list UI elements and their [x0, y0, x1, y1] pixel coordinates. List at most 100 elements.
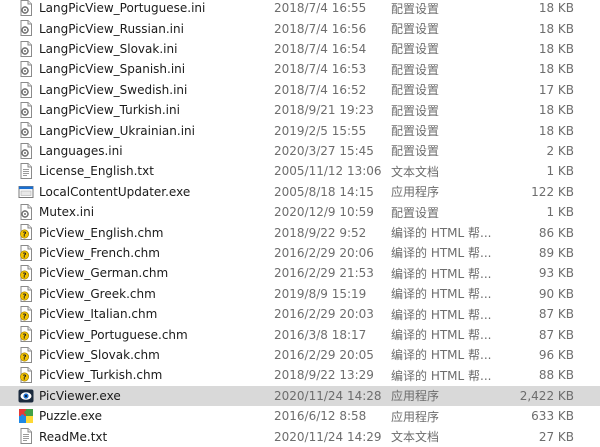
ini-file-icon — [18, 122, 34, 139]
file-type: 编译的 HTML 帮... — [391, 246, 492, 261]
file-date-modified: 2016/6/12 8:58 — [274, 409, 367, 424]
ini-file-icon — [18, 102, 34, 118]
chm-file-icon: ? — [18, 224, 34, 241]
file-date-modified: 2018/9/22 9:52 — [274, 225, 367, 240]
file-row[interactable]: LocalContentUpdater.exe 2005/8/18 14:15 应用… — [0, 182, 600, 202]
file-type: 配置设置 — [391, 22, 440, 37]
txt-file-icon — [18, 428, 34, 445]
file-size: 90 KB — [538, 286, 574, 301]
file-name: PicView_Turkish.chm — [39, 368, 163, 383]
file-size: 18 KB — [538, 41, 574, 56]
file-type: 编译的 HTML 帮... — [391, 287, 492, 302]
file-type: 配置设置 — [391, 42, 440, 57]
ini-file-icon — [18, 142, 34, 159]
file-size: 18 KB — [538, 123, 574, 138]
file-name: PicView_Slovak.chm — [39, 347, 160, 362]
file-row[interactable]: LangPicView_Turkish.ini 2018/9/21 19:23 配置… — [0, 100, 600, 120]
svg-text:?: ? — [22, 231, 26, 239]
chm-file-icon: ? — [18, 265, 34, 282]
chm-file-icon: ? — [18, 285, 34, 302]
file-name: PicView_French.chm — [39, 245, 160, 260]
file-size: 1 KB — [546, 164, 574, 179]
exe-file-icon — [18, 184, 34, 200]
file-row[interactable]: ReadMe.txt 2020/11/24 14:29 文本文档 27 KB — [0, 426, 600, 446]
svg-text:?: ? — [22, 251, 26, 259]
file-name: LangPicView_Ukrainian.ini — [39, 123, 195, 138]
file-row[interactable]: ? PicView_Slovak.chm 2016/2/29 20:05 编译的 HT… — [0, 345, 600, 365]
svg-text:?: ? — [22, 272, 26, 280]
picviewer-app-icon — [18, 388, 34, 404]
file-row[interactable]: ? PicView_Greek.chm 2019/8/9 15:19 编译的 HTML… — [0, 284, 600, 304]
txt-file-icon — [18, 163, 34, 180]
file-size: 18 KB — [538, 1, 574, 16]
ini-file-icon — [18, 0, 34, 16]
file-row[interactable]: ? PicView_English.chm 2018/9/22 9:52 编译的 HT… — [0, 222, 600, 242]
file-name: LocalContentUpdater.exe — [39, 184, 191, 199]
file-type: 编译的 HTML 帮... — [391, 266, 492, 281]
file-type: 文本文档 — [391, 164, 440, 179]
file-date-modified: 2020/3/27 15:45 — [274, 143, 374, 158]
file-row[interactable]: ? PicView_French.chm 2016/2/29 20:06 编译的 HT… — [0, 243, 600, 263]
file-size: 18 KB — [538, 62, 574, 77]
file-row[interactable]: LangPicView_Spanish.ini 2018/7/4 16:53 配置设… — [0, 59, 600, 79]
file-row[interactable]: LangPicView_Russian.ini 2018/7/4 16:56 配置设… — [0, 18, 600, 38]
file-size: 87 KB — [538, 327, 574, 342]
file-row[interactable]: Puzzle.exe 2016/6/12 8:58 应用程序 633 KB — [0, 406, 600, 426]
file-row[interactable]: Languages.ini 2020/3/27 15:45 配置设置 2 KB — [0, 141, 600, 161]
file-date-modified: 2016/3/8 18:17 — [274, 327, 367, 342]
file-type: 应用程序 — [391, 409, 440, 424]
file-name: LangPicView_Portuguese.ini — [39, 1, 206, 16]
file-row[interactable]: LangPicView_Swedish.ini 2018/7/4 16:52 配置设… — [0, 80, 600, 100]
file-type: 编译的 HTML 帮... — [391, 328, 492, 343]
file-size: 18 KB — [538, 21, 574, 36]
file-row[interactable]: ? PicView_Portuguese.chm 2016/3/8 18:17 编译的… — [0, 324, 600, 344]
file-date-modified: 2018/7/4 16:56 — [274, 21, 367, 36]
chm-file-icon: ? — [18, 367, 34, 384]
file-row[interactable]: ? PicView_German.chm 2016/2/29 21:53 编译的 HT… — [0, 263, 600, 283]
ini-file-icon — [18, 204, 34, 220]
file-type: 编译的 HTML 帮... — [391, 307, 492, 322]
file-date-modified: 2018/9/21 19:23 — [274, 103, 374, 118]
file-row[interactable]: Mutex.ini 2020/12/9 10:59 配置设置 1 KB — [0, 202, 600, 222]
file-row[interactable]: ? PicView_Italian.chm 2016/2/29 20:03 编译的 H… — [0, 304, 600, 324]
file-type: 配置设置 — [391, 1, 440, 16]
file-name: LangPicView_Russian.ini — [39, 21, 184, 36]
file-date-modified: 2019/2/5 15:55 — [274, 123, 367, 138]
svg-text:?: ? — [22, 353, 26, 361]
file-type: 编译的 HTML 帮... — [391, 368, 492, 383]
file-date-modified: 2018/7/4 16:53 — [274, 62, 367, 77]
chm-file-icon: ? — [18, 306, 34, 322]
ini-file-icon — [18, 61, 34, 78]
file-size: 2 KB — [546, 143, 574, 158]
file-date-modified: 2016/2/29 20:05 — [274, 347, 374, 362]
file-name: LangPicView_Spanish.ini — [39, 62, 186, 77]
file-type: 配置设置 — [391, 62, 440, 77]
file-name: PicView_German.chm — [39, 266, 169, 281]
file-row[interactable]: ? PicView_Turkish.chm 2018/9/22 13:29 编译的 H… — [0, 365, 600, 385]
file-row[interactable]: LangPicView_Slovak.ini 2018/7/4 16:54 配置设置… — [0, 39, 600, 59]
file-name: LangPicView_Slovak.ini — [39, 41, 178, 56]
svg-text:?: ? — [22, 313, 26, 321]
file-date-modified: 2018/7/4 16:54 — [274, 41, 367, 56]
file-name: Languages.ini — [39, 143, 123, 158]
file-name: PicView_Greek.chm — [39, 286, 156, 301]
file-date-modified: 2018/7/4 16:52 — [274, 82, 367, 97]
file-row[interactable]: LangPicView_Ukrainian.ini 2019/2/5 15:55 配… — [0, 120, 600, 140]
puzzle-app-icon — [18, 408, 34, 424]
file-date-modified: 2020/11/24 14:28 — [274, 388, 382, 403]
file-type: 配置设置 — [391, 124, 440, 139]
file-type: 编译的 HTML 帮... — [391, 226, 492, 241]
file-name: PicViewer.exe — [39, 388, 121, 403]
file-size: 96 KB — [538, 347, 574, 362]
file-size: 2,422 KB — [519, 388, 574, 403]
file-name: Puzzle.exe — [39, 409, 103, 424]
ini-file-icon — [18, 81, 34, 98]
file-name: PicView_Portuguese.chm — [39, 327, 188, 342]
file-row[interactable]: PicViewer.exe 2020/11/24 14:28 应用程序 2,422 K… — [0, 385, 600, 406]
file-row[interactable]: License_English.txt 2005/11/12 13:06 文本文档 1… — [0, 161, 600, 181]
file-type: 配置设置 — [391, 144, 440, 159]
file-row[interactable]: LangPicView_Portuguese.ini 2018/7/4 16:55… — [0, 0, 600, 18]
file-date-modified: 2020/11/24 14:29 — [274, 429, 382, 444]
file-name: License_English.txt — [39, 164, 154, 179]
svg-text:?: ? — [22, 292, 26, 300]
